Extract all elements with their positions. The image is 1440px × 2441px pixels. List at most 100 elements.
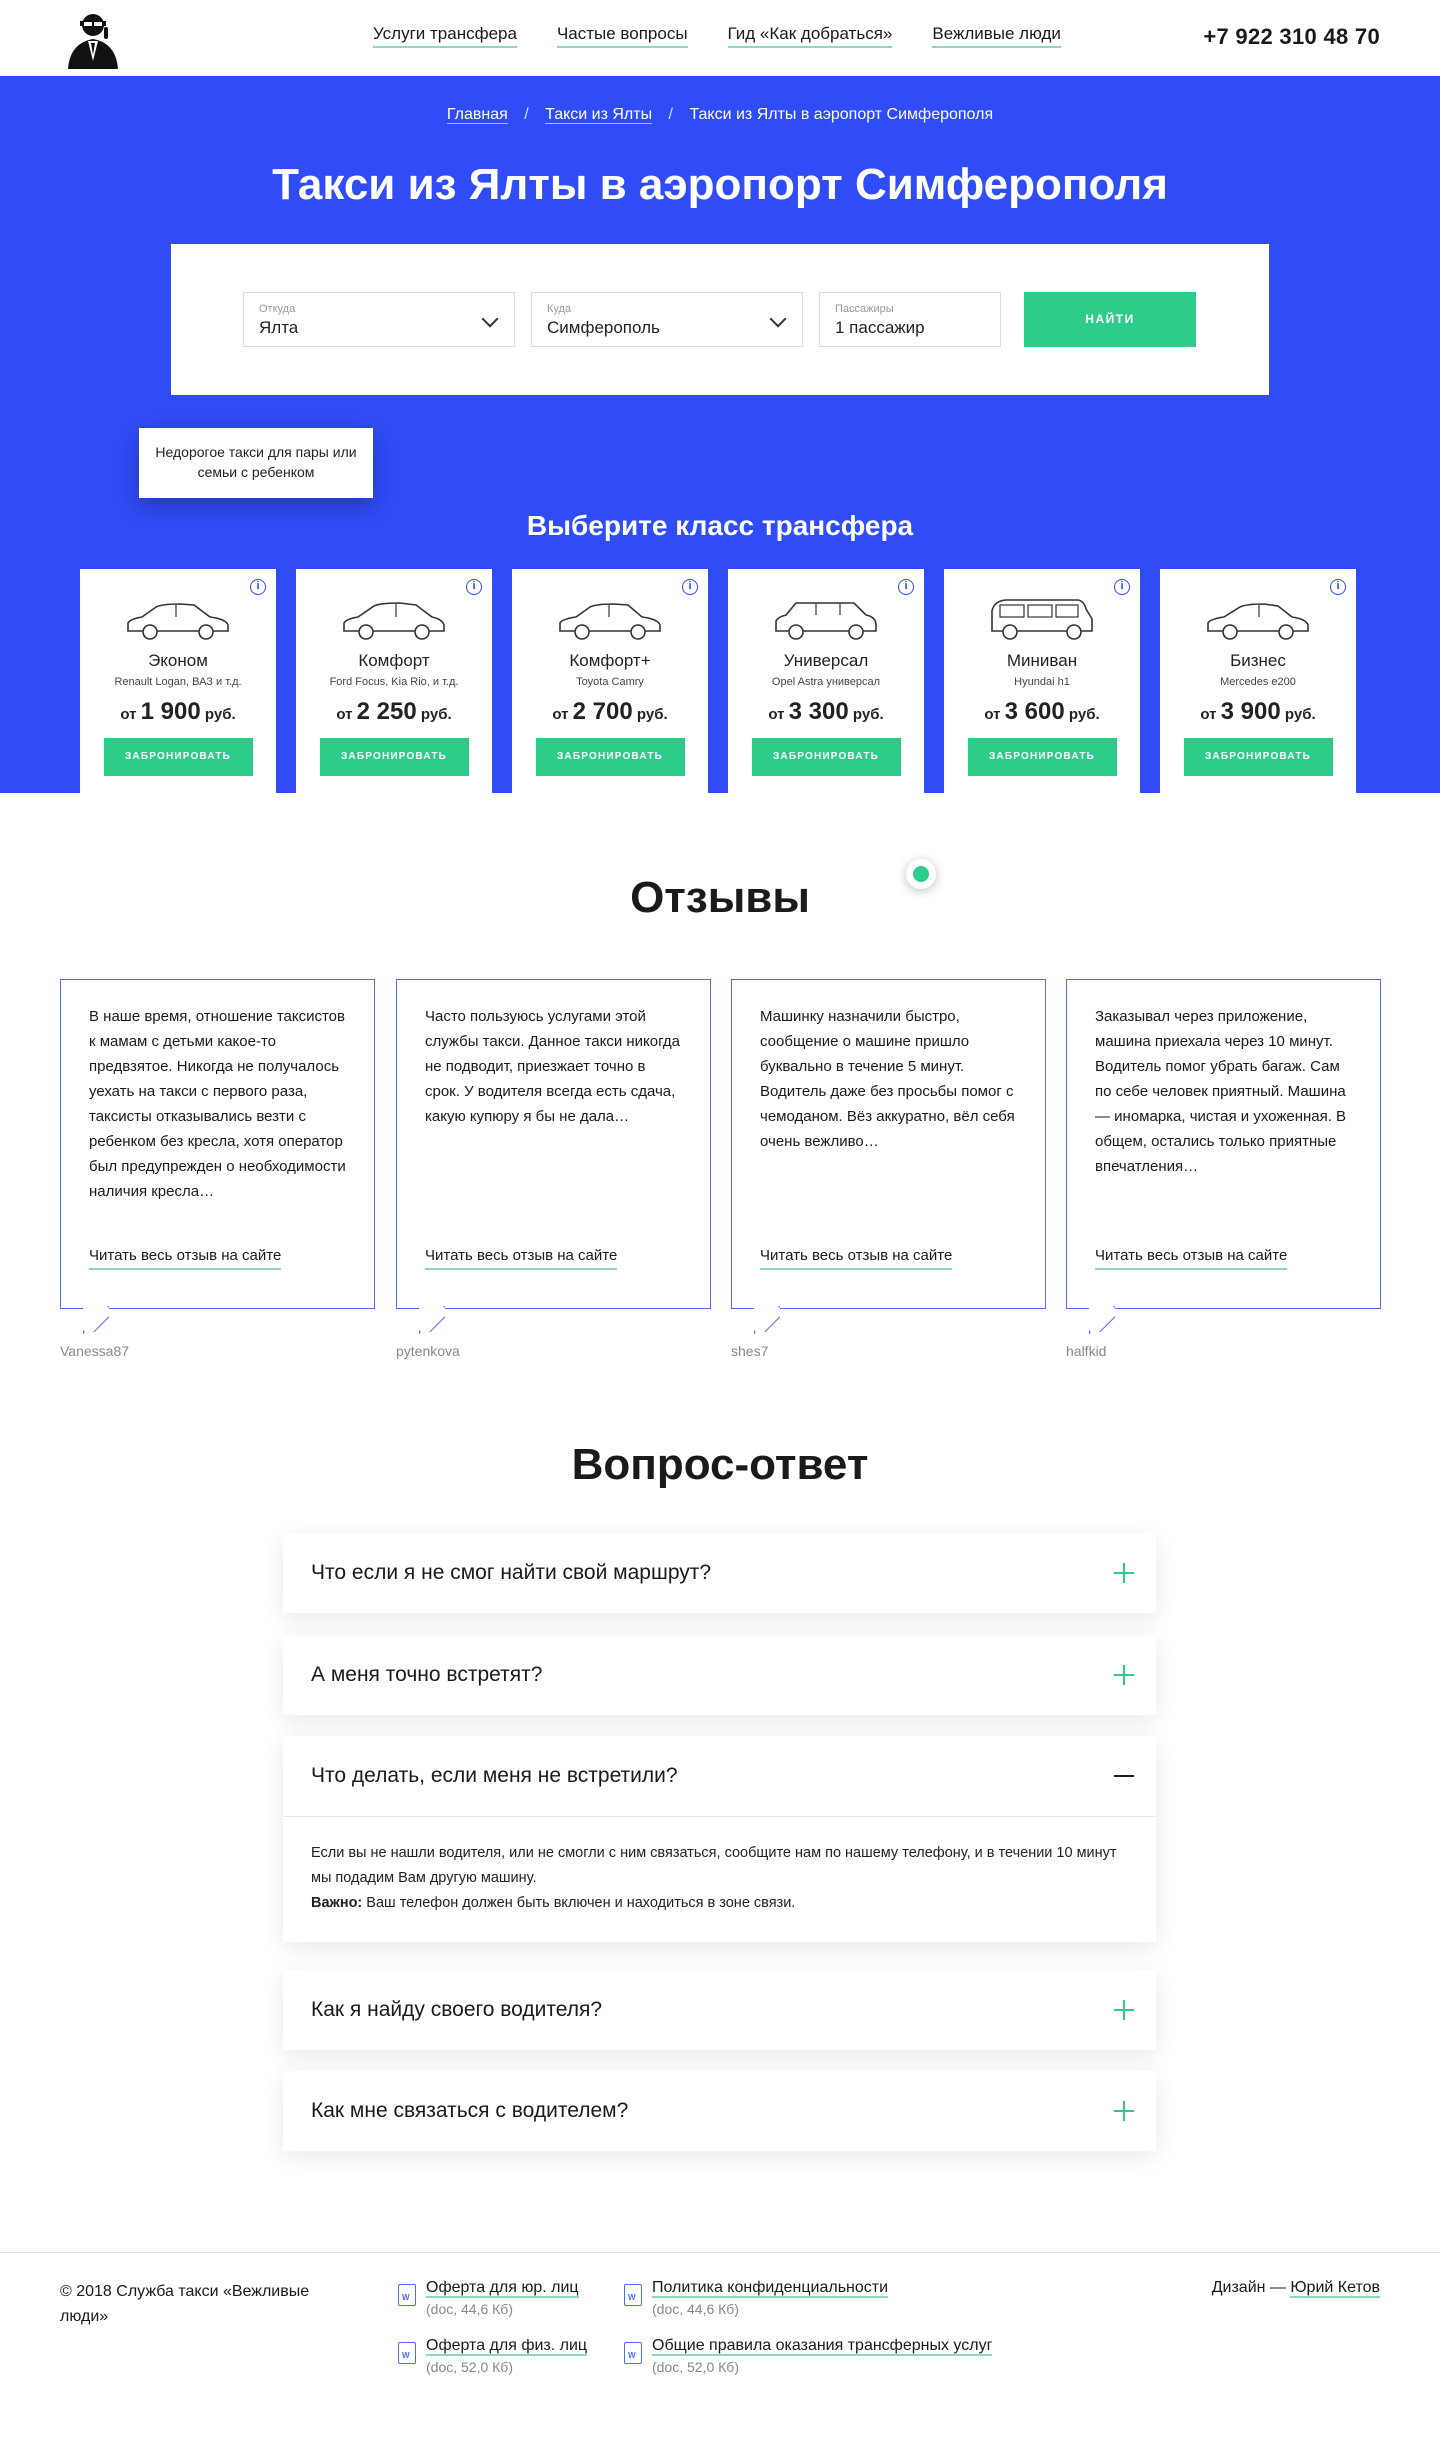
- word-doc-icon: [624, 2342, 642, 2364]
- nav-faq[interactable]: Частые вопросы: [556, 24, 688, 48]
- faq-item[interactable]: Как мне связаться с водителем?: [283, 2071, 1156, 2151]
- search-form: Откуда Ялта Куда Симферополь Пассажиры 1…: [171, 244, 1269, 395]
- breadcrumb-yalta-taxi[interactable]: Такси из Ялты: [545, 106, 653, 124]
- faq-item[interactable]: А меня точно встретят?: [283, 1635, 1156, 1715]
- faq-question[interactable]: Как я найду своего водителя?: [283, 1970, 1156, 2050]
- info-icon[interactable]: i: [250, 579, 266, 595]
- info-icon[interactable]: i: [1114, 579, 1130, 595]
- read-review-link[interactable]: Читать весь отзыв на сайте: [425, 1243, 618, 1270]
- review-bubble: Часто пользуюсь услугами этой службы так…: [396, 979, 711, 1334]
- read-review-link[interactable]: Читать весь отзыв на сайте: [89, 1243, 282, 1270]
- price-prefix: от: [336, 706, 353, 723]
- breadcrumb-home[interactable]: Главная: [446, 106, 508, 124]
- faq-item-expanded[interactable]: Что делать, если меня не встретили? Если…: [283, 1736, 1156, 1942]
- price-prefix: от: [768, 706, 785, 723]
- info-icon[interactable]: i: [898, 579, 914, 595]
- nav-transfer-services[interactable]: Услуги трансфера: [373, 24, 517, 48]
- to-value: Симферополь: [547, 318, 660, 337]
- info-icon[interactable]: i: [682, 579, 698, 595]
- bubble-tail: [83, 1306, 109, 1332]
- bubble-tail: [1089, 1306, 1115, 1332]
- price-currency: руб.: [1068, 706, 1100, 723]
- plus-icon[interactable]: [1114, 2101, 1134, 2121]
- faq-item[interactable]: Как я найду своего водителя?: [283, 1970, 1156, 2050]
- review-card: Часто пользуюсь услугами этой службы так…: [396, 979, 711, 1359]
- site-header: Услуги трансфера Частые вопросы Гид «Как…: [0, 0, 1440, 76]
- price-prefix: от: [120, 706, 137, 723]
- faq-question-text: Как я найду своего водителя?: [311, 1998, 603, 2021]
- minivan-car-icon: [991, 599, 1093, 640]
- review-bubble: Машинку назначили быстро, сообщение о ма…: [731, 979, 1046, 1334]
- nav-polite-people[interactable]: Вежливые люди: [932, 24, 1061, 48]
- book-button[interactable]: ЗАБРОНИРОВАТЬ: [535, 738, 685, 776]
- price-value: 2 700: [572, 698, 633, 725]
- plus-icon[interactable]: [1114, 1563, 1134, 1583]
- hero-section: Главная / Такси из Ялты / Такси из Ялты …: [0, 76, 1440, 808]
- passengers-field[interactable]: Пассажиры 1 пассажир: [819, 292, 1001, 347]
- designer-link[interactable]: Юрий Кетов: [1290, 2279, 1380, 2298]
- class-price: от 3 300 руб.: [728, 698, 924, 726]
- book-button[interactable]: ЗАБРОНИРОВАТЬ: [103, 738, 253, 776]
- to-select[interactable]: Куда Симферополь: [531, 292, 803, 347]
- doc-link[interactable]: Политика конфиденциальности: [652, 2279, 889, 2298]
- class-price: от 3 600 руб.: [944, 698, 1140, 726]
- faq-answer-note: Важно: Ваш телефон должен быть включен и…: [311, 1891, 1128, 1916]
- find-button[interactable]: НАЙТИ: [1024, 292, 1196, 347]
- doc-link[interactable]: Оферта для юр. лиц: [426, 2279, 579, 2298]
- word-doc-icon: [398, 2284, 416, 2306]
- faq-question[interactable]: Что если я не смог найти свой маршрут?: [283, 1533, 1156, 1613]
- doc-meta: (doc, 44,6 Кб): [652, 2301, 739, 2317]
- word-doc-icon: [398, 2342, 416, 2364]
- plus-icon[interactable]: [1114, 2000, 1134, 2020]
- nav-guide[interactable]: Гид «Как добраться»: [727, 24, 893, 48]
- bubble-tail: [754, 1306, 780, 1332]
- sedan-car-icon: [127, 603, 229, 640]
- info-icon[interactable]: i: [1330, 579, 1346, 595]
- class-tooltip: Недорогое такси для пары или семьи с реб…: [139, 428, 373, 498]
- review-text: Заказывал через приложение, машина приех…: [1095, 1008, 1347, 1175]
- doc-meta: (doc, 44,6 Кб): [426, 2301, 513, 2317]
- class-name: Миниван: [1006, 651, 1078, 670]
- minus-icon[interactable]: [1114, 1775, 1134, 1777]
- faq-item[interactable]: Что если я не смог найти свой маршрут?: [283, 1533, 1156, 1613]
- book-button[interactable]: ЗАБРОНИРОВАТЬ: [967, 738, 1117, 776]
- plus-icon[interactable]: [1114, 1665, 1134, 1685]
- header-phone[interactable]: +7 922 310 48 70: [1203, 24, 1380, 50]
- read-review-link[interactable]: Читать весь отзыв на сайте: [760, 1243, 953, 1270]
- doc-link[interactable]: Оферта для физ. лиц: [426, 2337, 588, 2356]
- faq-question[interactable]: Как мне связаться с водителем?: [283, 2071, 1156, 2151]
- from-label: Откуда: [259, 303, 296, 315]
- read-review-link[interactable]: Читать весь отзыв на сайте: [1095, 1243, 1288, 1270]
- breadcrumb-separator: /: [524, 106, 529, 123]
- from-value: Ялта: [259, 318, 299, 337]
- class-cards: i Эконом Renault Logan, ВАЗ и т.д. от 1 …: [80, 569, 1356, 808]
- book-button[interactable]: ЗАБРОНИРОВАТЬ: [319, 738, 469, 776]
- reviews-section: Отзывы В наше время, отношение таксистов…: [0, 793, 1440, 1393]
- faq-question-text: Что если я не смог найти свой маршрут?: [311, 1561, 712, 1584]
- price-currency: руб.: [420, 706, 452, 723]
- price-value: 3 600: [1004, 698, 1065, 725]
- faq-question-text: А меня точно встретят?: [311, 1663, 543, 1686]
- copyright: © 2018 Служба такси «Вежливые люди»: [60, 2283, 310, 2325]
- info-icon[interactable]: i: [466, 579, 482, 595]
- class-card-business: i Бизнес Mercedes e200 от 3 900 руб. ЗАБ…: [1160, 569, 1356, 808]
- breadcrumb: Главная / Такси из Ялты / Такси из Ялты …: [0, 106, 1440, 124]
- faq-question[interactable]: А меня точно встретят?: [283, 1635, 1156, 1715]
- faq-answer: Если вы не нашли водителя, или не смогли…: [283, 1816, 1156, 1942]
- reviews-title: Отзывы: [630, 873, 810, 922]
- price-value: 1 900: [140, 698, 201, 725]
- design-credit: Дизайн — Юрий Кетов: [1212, 2279, 1380, 2298]
- logo-icon[interactable]: [60, 5, 126, 71]
- class-card-minivan: i Миниван Hyundai h1 от 3 600 руб. ЗАБРО…: [944, 569, 1140, 808]
- word-doc-icon: [624, 2284, 642, 2306]
- faq-question[interactable]: Что делать, если меня не встретили?: [283, 1736, 1156, 1816]
- book-button[interactable]: ЗАБРОНИРОВАТЬ: [751, 738, 901, 776]
- doc-link[interactable]: Общие правила оказания трансферных услуг: [652, 2337, 993, 2356]
- class-name: Универсал: [783, 651, 869, 670]
- review-text: Часто пользуюсь услугами этой службы так…: [425, 1008, 681, 1125]
- from-select[interactable]: Откуда Ялта: [243, 292, 515, 347]
- site-footer: © 2018 Служба такси «Вежливые люди» Офер…: [0, 2252, 1440, 2412]
- doc-link-item: Общие правила оказания трансферных услуг…: [624, 2337, 993, 2375]
- class-name: Бизнес: [1230, 651, 1286, 670]
- book-button[interactable]: ЗАБРОНИРОВАТЬ: [1183, 738, 1333, 776]
